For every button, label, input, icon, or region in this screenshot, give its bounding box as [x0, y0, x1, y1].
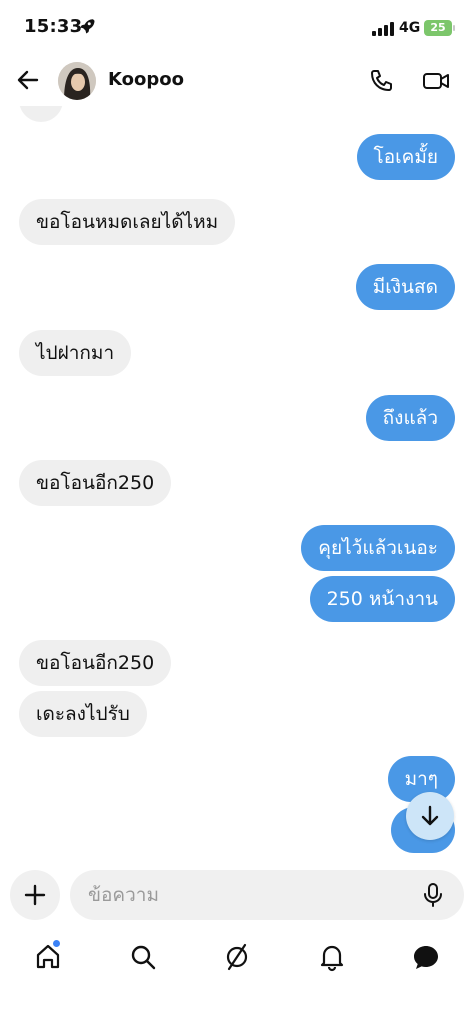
partial-message-bubble	[19, 106, 63, 122]
bell-icon	[320, 945, 344, 972]
explore-icon	[226, 943, 248, 971]
microphone-icon[interactable]	[420, 882, 446, 908]
tab-search[interactable]	[128, 942, 158, 972]
message-bubble-outgoing[interactable]: โอเคมั้ย	[356, 134, 455, 180]
contact-name[interactable]: Koopoo	[108, 69, 184, 90]
rocket-icon	[80, 19, 95, 34]
message-input[interactable]	[70, 870, 464, 920]
network-label: 4G	[399, 20, 421, 36]
tab-messages[interactable]	[411, 942, 441, 972]
message-bubble-incoming[interactable]: เดะลงไปรับ	[19, 691, 147, 737]
message-bubble-incoming[interactable]: ไปฝากมา	[19, 330, 132, 376]
bottom-tab-bar	[0, 934, 474, 984]
message-bubble-outgoing[interactable]: มีเงินสด	[355, 264, 455, 310]
message-bubble-incoming[interactable]: ขอโอนอีก250	[19, 640, 172, 686]
search-icon	[131, 945, 156, 970]
tab-notifications[interactable]	[317, 942, 347, 972]
message-list[interactable]: โอเคมั้ย ขอโอนหมดเลยได้ไหม มีเงินสด ไปฝา…	[0, 106, 474, 858]
arrow-left-icon[interactable]	[14, 66, 42, 94]
signal-icon	[372, 22, 394, 36]
add-attachment-button[interactable]	[10, 870, 60, 920]
scroll-down-button[interactable]	[406, 792, 454, 840]
avatar[interactable]	[58, 62, 96, 100]
tab-explore[interactable]	[222, 942, 252, 972]
notification-dot	[53, 940, 60, 947]
chat-bubble-icon	[414, 946, 438, 969]
tab-home[interactable]	[33, 942, 63, 972]
plus-icon	[24, 884, 46, 906]
video-camera-icon[interactable]	[422, 68, 450, 94]
phone-icon[interactable]	[368, 68, 394, 94]
message-bubble-outgoing[interactable]: 250 หน้างาน	[309, 576, 455, 622]
status-time: 15:33	[24, 16, 83, 37]
home-icon	[36, 944, 60, 969]
avatar-image	[58, 62, 96, 100]
message-bubble-outgoing[interactable]: คุยไว้แล้วเนอะ	[301, 525, 455, 571]
chat-header: Koopoo	[0, 56, 474, 106]
message-bubble-incoming[interactable]: ขอโอนหมดเลยได้ไหม	[19, 199, 236, 245]
message-composer	[0, 866, 474, 924]
battery-indicator: 25	[424, 20, 455, 36]
message-bubble-incoming[interactable]: ขอโอนอีก250	[19, 460, 172, 506]
status-bar: 15:33 4G 25	[0, 0, 474, 56]
arrow-down-icon	[421, 805, 439, 826]
message-bubble-outgoing[interactable]: ถึงแล้ว	[365, 395, 455, 441]
